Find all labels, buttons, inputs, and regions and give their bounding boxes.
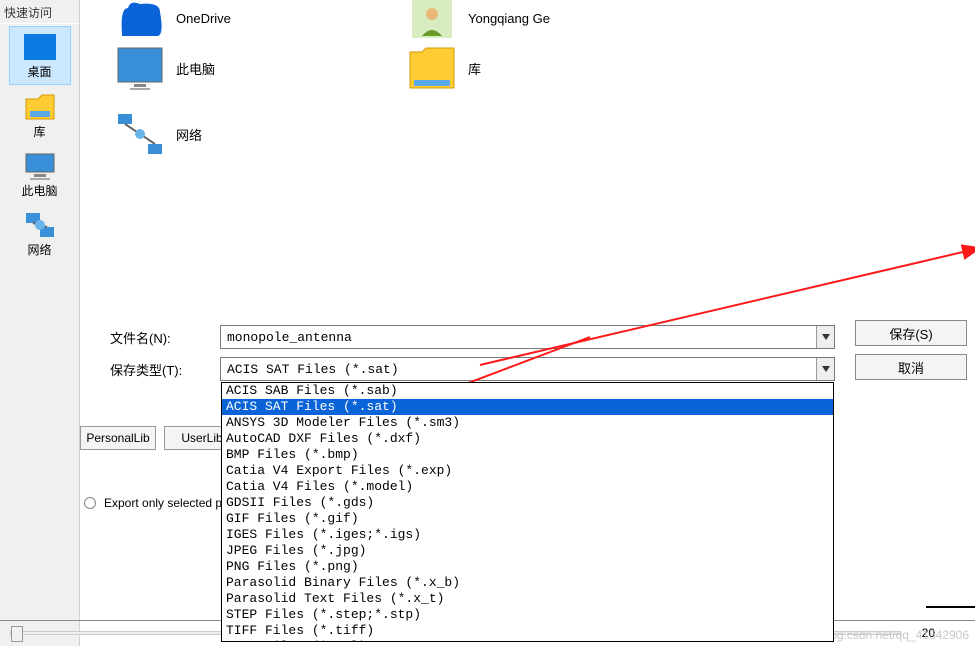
user-icon — [406, 0, 458, 42]
filetype-option[interactable]: AutoCAD DXF Files (*.dxf) — [222, 431, 833, 447]
file-item-onedrive[interactable]: OneDrive — [114, 0, 231, 42]
sidebar-item-library[interactable]: 库 — [9, 87, 71, 144]
sidebar-item-desktop[interactable]: 桌面 — [9, 26, 71, 85]
export-selected-radio-indicator — [84, 497, 96, 509]
sidebar-item-label: 网络 — [27, 241, 51, 258]
filetype-option[interactable]: GIF Files (*.gif) — [222, 511, 833, 527]
network-big-icon — [114, 110, 166, 158]
file-item-label: 库 — [468, 59, 481, 78]
filetype-label: 保存类型(T): — [110, 360, 220, 379]
filetype-option[interactable]: BMP Files (*.bmp) — [222, 447, 833, 463]
chevron-down-icon — [822, 334, 830, 340]
file-item-thispc-big[interactable]: 此电脑 — [114, 44, 215, 92]
file-item-library-big[interactable]: 库 — [406, 44, 481, 92]
slider-thumb[interactable] — [11, 626, 23, 642]
filetype-option[interactable]: Parasolid Text Files (*.x_t) — [222, 591, 833, 607]
main-panel: OneDrive Yongqiang Ge 此电脑 库网络 文件名(N): 保存类型(… — [80, 0, 975, 646]
filetype-option[interactable]: Parasolid Binary Files (*.x_b) — [222, 575, 833, 591]
sidebar-item-thispc[interactable]: 此电脑 — [9, 146, 71, 203]
file-browser-area[interactable]: OneDrive Yongqiang Ge 此电脑 库网络 — [80, 0, 975, 310]
desktop-icon — [24, 33, 56, 61]
cancel-button[interactable]: 取消 — [855, 354, 967, 380]
filetype-option[interactable]: STEP Files (*.step;*.stp) — [222, 607, 833, 623]
save-button[interactable]: 保存(S) — [855, 320, 967, 346]
filetype-value: ACIS SAT Files (*.sat) — [221, 362, 816, 377]
filename-dropdown-button[interactable] — [816, 326, 834, 348]
file-item-network-big[interactable]: 网络 — [114, 110, 202, 158]
filetype-dropdown-button[interactable] — [816, 358, 834, 380]
thispc-icon — [24, 152, 56, 180]
file-item-label: 此电脑 — [176, 59, 215, 78]
personallib-button[interactable]: PersonalLib — [80, 426, 156, 450]
onedrive-icon — [114, 0, 166, 42]
sidebar-item-label: 此电脑 — [21, 182, 57, 199]
chevron-down-icon — [822, 366, 830, 372]
sidebar-item-label: 库 — [33, 123, 45, 140]
sidebar-item-network[interactable]: 网络 — [9, 205, 71, 262]
library-big-icon — [406, 44, 458, 92]
quick-access-sidebar: 快速访问 桌面库此电脑网络 — [0, 0, 80, 646]
file-item-label: 网络 — [176, 125, 202, 144]
filetype-option[interactable]: ACIS SAT Files (*.sat) — [222, 399, 833, 415]
filename-combo[interactable] — [220, 325, 835, 349]
filetype-option[interactable]: Catia V4 Files (*.model) — [222, 479, 833, 495]
sidebar-item-label: 桌面 — [27, 63, 51, 80]
sidebar-header: 快速访问 — [0, 2, 79, 24]
filetype-option[interactable]: TIFF Files (*.tiff) — [222, 623, 833, 639]
filename-input[interactable] — [221, 330, 816, 345]
filename-label: 文件名(N): — [110, 328, 220, 347]
filetype-option[interactable]: GDSII Files (*.gds) — [222, 495, 833, 511]
filetype-option[interactable]: ANSYS 3D Modeler Files (*.sm3) — [222, 415, 833, 431]
filetype-option[interactable]: JPEG Files (*.jpg) — [222, 543, 833, 559]
file-item-user[interactable]: Yongqiang Ge — [406, 0, 550, 42]
filetype-combo[interactable]: ACIS SAT Files (*.sat) ACIS SAB Files (*… — [220, 357, 835, 381]
thispc-big-icon — [114, 44, 166, 92]
library-icon — [24, 93, 56, 121]
file-item-label: Yongqiang Ge — [468, 11, 550, 26]
filetype-option[interactable]: VRML Files (*.wrl) — [222, 639, 833, 642]
network-icon — [24, 211, 56, 239]
filetype-option[interactable]: ACIS SAB Files (*.sab) — [222, 383, 833, 399]
filetype-option[interactable]: IGES Files (*.iges;*.igs) — [222, 527, 833, 543]
filetype-option[interactable]: Catia V4 Export Files (*.exp) — [222, 463, 833, 479]
filetype-option[interactable]: PNG Files (*.png) — [222, 559, 833, 575]
filetype-dropdown-list[interactable]: ACIS SAB Files (*.sab)ACIS SAT Files (*.… — [221, 382, 834, 642]
file-item-label: OneDrive — [176, 11, 231, 26]
dialog-bottom-border — [926, 606, 975, 608]
